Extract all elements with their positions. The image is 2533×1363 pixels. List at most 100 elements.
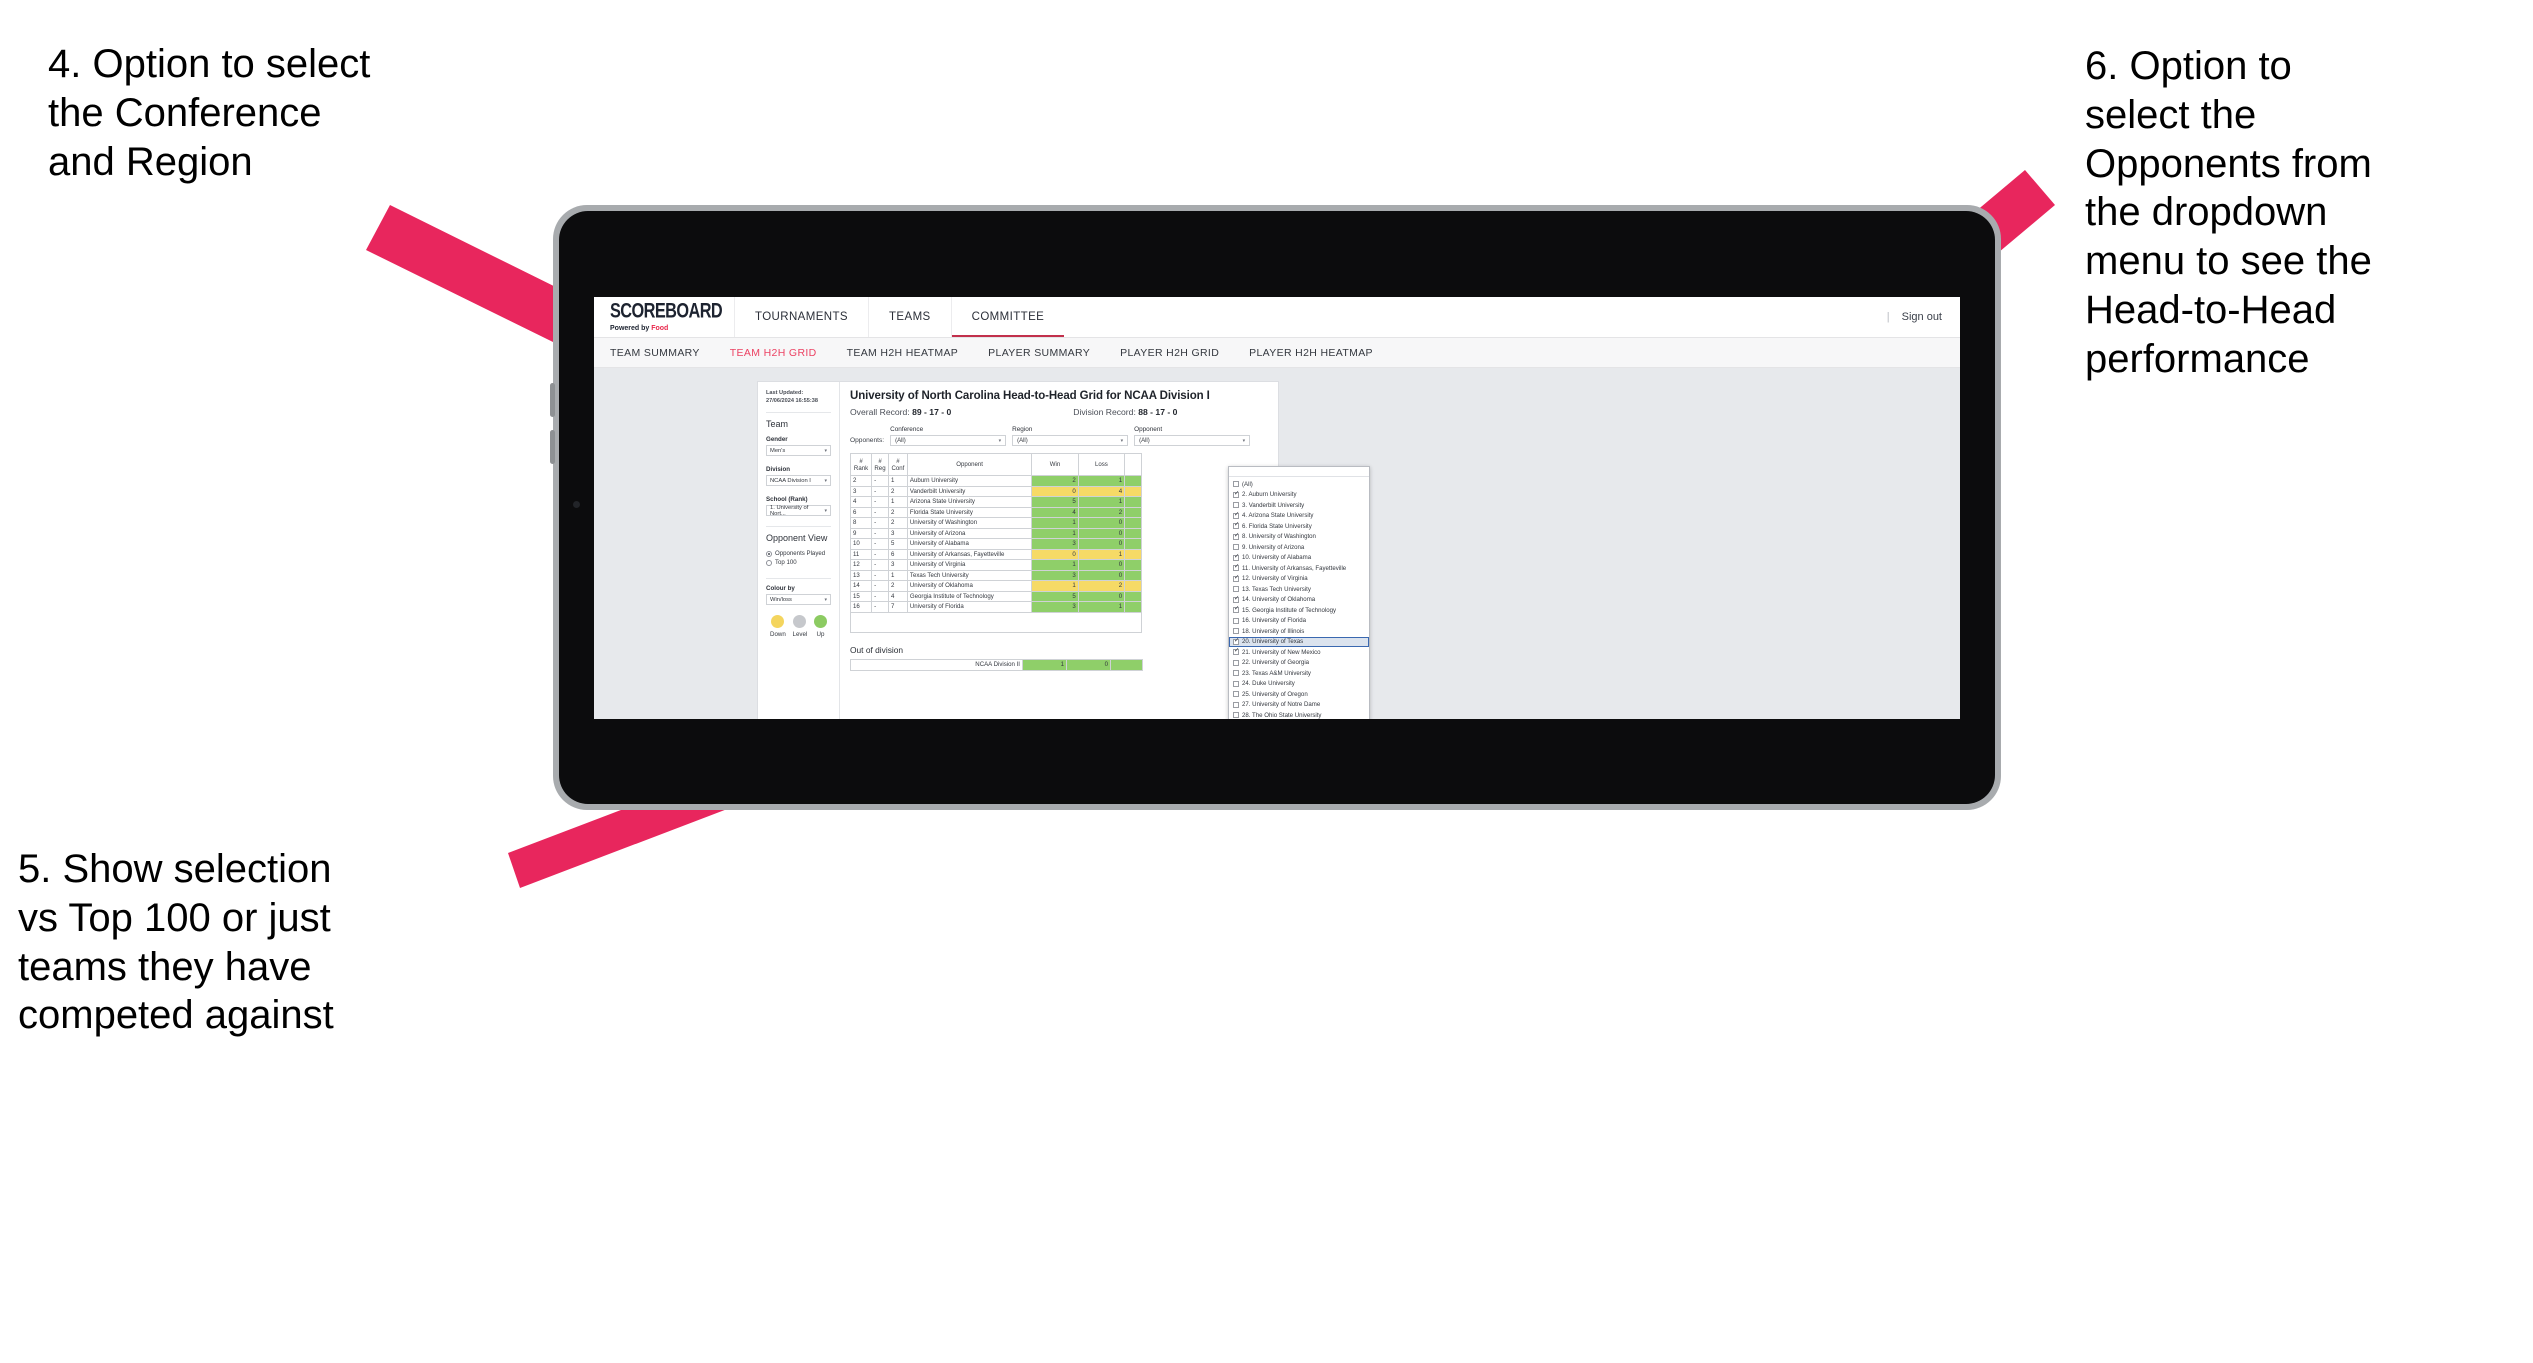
- colour-by-select[interactable]: Win/loss ▾: [766, 594, 831, 606]
- opponent-dropdown-item[interactable]: 8. University of Washington: [1229, 532, 1369, 543]
- opponent-dropdown-item[interactable]: 21. University of New Mexico: [1229, 647, 1369, 658]
- division-select[interactable]: NCAA Division I ▾: [766, 475, 831, 487]
- opponent-dropdown-item[interactable]: 10. University of Alabama: [1229, 553, 1369, 564]
- opponent-dropdown-item[interactable]: 13. Texas Tech University: [1229, 584, 1369, 595]
- legend-item-up: Up: [814, 615, 827, 638]
- table-row: 12-3 University of Virginia 1 0: [849, 559, 1142, 571]
- colour-legend: Down Level Up: [766, 615, 831, 638]
- cell-win: 0: [1031, 548, 1079, 560]
- checkbox-unchecked-icon[interactable]: [1233, 659, 1239, 666]
- checkbox-unchecked-icon[interactable]: [1233, 617, 1239, 624]
- cell-win: 3: [1031, 538, 1079, 550]
- cell-conf: 2: [887, 580, 908, 592]
- opponent-dropdown-item[interactable]: 24. Duke University: [1229, 679, 1369, 690]
- checkbox-unchecked-icon[interactable]: [1233, 701, 1239, 708]
- opponent-dropdown-item[interactable]: 28. The Ohio State University: [1229, 710, 1369, 719]
- checkbox-unchecked-icon[interactable]: [1233, 680, 1239, 687]
- cell-rank: 9: [849, 527, 873, 539]
- opponent-dropdown-item[interactable]: (All): [1229, 479, 1369, 490]
- checkbox-unchecked-icon[interactable]: [1233, 544, 1239, 551]
- checkbox-checked-icon[interactable]: [1233, 638, 1240, 645]
- opponent-dropdown-item[interactable]: 14. University of Oklahoma: [1229, 595, 1369, 606]
- opponent-dropdown-item[interactable]: 23. Texas A&M University: [1229, 668, 1369, 679]
- cell-win: 0: [1031, 485, 1079, 497]
- app-logo[interactable]: SCOREBOARD Powered by Food: [594, 297, 734, 337]
- opponent-dropdown-item[interactable]: 18. University of Illinois: [1229, 626, 1369, 637]
- topnav-item-teams[interactable]: TEAMS: [868, 297, 951, 337]
- division-record-value: 88 - 17 - 0: [1138, 407, 1178, 417]
- cell-loss: 0: [1077, 527, 1126, 539]
- opponent-filter-select[interactable]: (All) ▾: [1134, 435, 1251, 446]
- opponent-dropdown-item[interactable]: 25. University of Oregon: [1229, 689, 1369, 700]
- checkbox-checked-icon[interactable]: [1233, 648, 1240, 656]
- checkbox-unchecked-icon[interactable]: [1233, 712, 1239, 719]
- checkbox-unchecked-icon[interactable]: [1233, 481, 1239, 488]
- cell-conf: 1: [887, 496, 908, 508]
- gender-select[interactable]: Men's ▾: [766, 445, 831, 457]
- checkbox-unchecked-icon[interactable]: [1233, 586, 1239, 593]
- topnav-item-committee[interactable]: COMMITTEE: [950, 297, 1065, 337]
- opponent-dropdown-item[interactable]: 15. Georgia Institute of Technology: [1229, 605, 1369, 616]
- opponent-dropdown-item[interactable]: 3. Vanderbilt University: [1229, 500, 1369, 511]
- division-value: NCAA Division I: [770, 477, 811, 484]
- opponent-dropdown-item[interactable]: 27. University of Notre Dame: [1229, 700, 1369, 711]
- subnav-item-player-h2h-heatmap[interactable]: PLAYER H2H HEATMAP: [1249, 347, 1373, 359]
- signout-link[interactable]: Sign out: [1902, 311, 1942, 323]
- opponent-dropdown-item[interactable]: 9. University of Arizona: [1229, 542, 1369, 553]
- checkbox-checked-icon[interactable]: [1233, 491, 1240, 498]
- checkbox-checked-icon[interactable]: [1233, 596, 1240, 603]
- team-section-heading: Team: [766, 419, 789, 430]
- checkbox-checked-icon[interactable]: [1233, 606, 1240, 614]
- school-select[interactable]: 1. University of Nort... ▾: [766, 505, 831, 517]
- checkbox-unchecked-icon[interactable]: [1233, 691, 1239, 698]
- topnav-item-tournaments[interactable]: TOURNAMENTS: [734, 297, 868, 337]
- checkbox-checked-icon[interactable]: [1233, 554, 1240, 561]
- ood-loss: 0: [1066, 658, 1111, 671]
- subnav-item-player-h2h-grid[interactable]: PLAYER H2H GRID: [1120, 347, 1219, 359]
- opponent-dropdown-item[interactable]: 11. University of Arkansas, Fayetteville: [1229, 563, 1369, 574]
- opponent-dropdown-item[interactable]: 6. Florida State University: [1229, 521, 1369, 532]
- signout-divider: |: [1886, 311, 1890, 323]
- cell-extra: [1124, 559, 1142, 571]
- cell-conf: 6: [887, 548, 908, 560]
- subnav-item-team-h2h-grid[interactable]: TEAM H2H GRID: [730, 347, 817, 359]
- subnav-item-team-h2h-heatmap[interactable]: TEAM H2H HEATMAP: [847, 347, 959, 359]
- checkbox-checked-icon[interactable]: [1233, 512, 1240, 519]
- header-win: Win: [1031, 453, 1079, 476]
- subnav-item-player-summary[interactable]: PLAYER SUMMARY: [988, 347, 1090, 359]
- opponent-dropdown-item[interactable]: 2. Auburn University: [1229, 490, 1369, 501]
- checkbox-unchecked-icon[interactable]: [1233, 628, 1239, 635]
- radio-opponents-played[interactable]: Opponents Played: [766, 550, 831, 557]
- subnav-item-team-summary[interactable]: TEAM SUMMARY: [610, 347, 700, 359]
- opponent-filter-value: (All): [1139, 437, 1150, 444]
- conference-filter: Conference (All) ▾: [890, 426, 1007, 446]
- opponent-filter-caption: Opponent: [1134, 426, 1163, 433]
- cell-rank: 2: [849, 475, 873, 487]
- checkbox-unchecked-icon[interactable]: [1233, 670, 1239, 677]
- opponent-dropdown-item[interactable]: 12. University of Virginia: [1229, 574, 1369, 585]
- cell-win: 1: [1031, 559, 1079, 571]
- radio-top-100[interactable]: Top 100: [766, 559, 831, 566]
- legend-dot-up-icon: [814, 615, 827, 629]
- opponent-dropdown-item[interactable]: 20. University of Texas: [1229, 636, 1369, 647]
- conference-filter-caption: Conference: [890, 426, 924, 433]
- opponent-dropdown-item-label: 9. University of Arizona: [1242, 543, 1305, 551]
- opponent-dropdown-item-label: 25. University of Oregon: [1242, 690, 1308, 698]
- checkbox-checked-icon[interactable]: [1233, 575, 1240, 582]
- region-filter-select[interactable]: (All) ▾: [1012, 435, 1129, 446]
- checkbox-checked-icon[interactable]: [1233, 564, 1240, 572]
- opponent-dropdown-search-input[interactable]: [1229, 467, 1369, 477]
- opponent-dropdown-item[interactable]: 16. University of Florida: [1229, 616, 1369, 627]
- cell-opponent: Vanderbilt University: [906, 485, 1033, 497]
- opponent-dropdown-panel[interactable]: (All) 2. Auburn University 3. Vanderbilt U…: [1228, 466, 1370, 719]
- opponent-dropdown-item[interactable]: 22. University of Georgia: [1229, 658, 1369, 669]
- cell-loss: 0: [1077, 590, 1126, 602]
- conference-filter-select[interactable]: (All) ▾: [890, 435, 1007, 446]
- checkbox-checked-icon[interactable]: [1233, 533, 1240, 540]
- checkbox-unchecked-icon[interactable]: [1233, 502, 1239, 509]
- opponent-dropdown-item[interactable]: 4. Arizona State University: [1229, 511, 1369, 522]
- checkbox-checked-icon[interactable]: [1233, 522, 1240, 530]
- table-row: 11-6 University of Arkansas, Fayetteville…: [849, 548, 1142, 560]
- cell-conf: 7: [887, 601, 908, 613]
- gender-field: Gender Men's ▾: [766, 436, 831, 457]
